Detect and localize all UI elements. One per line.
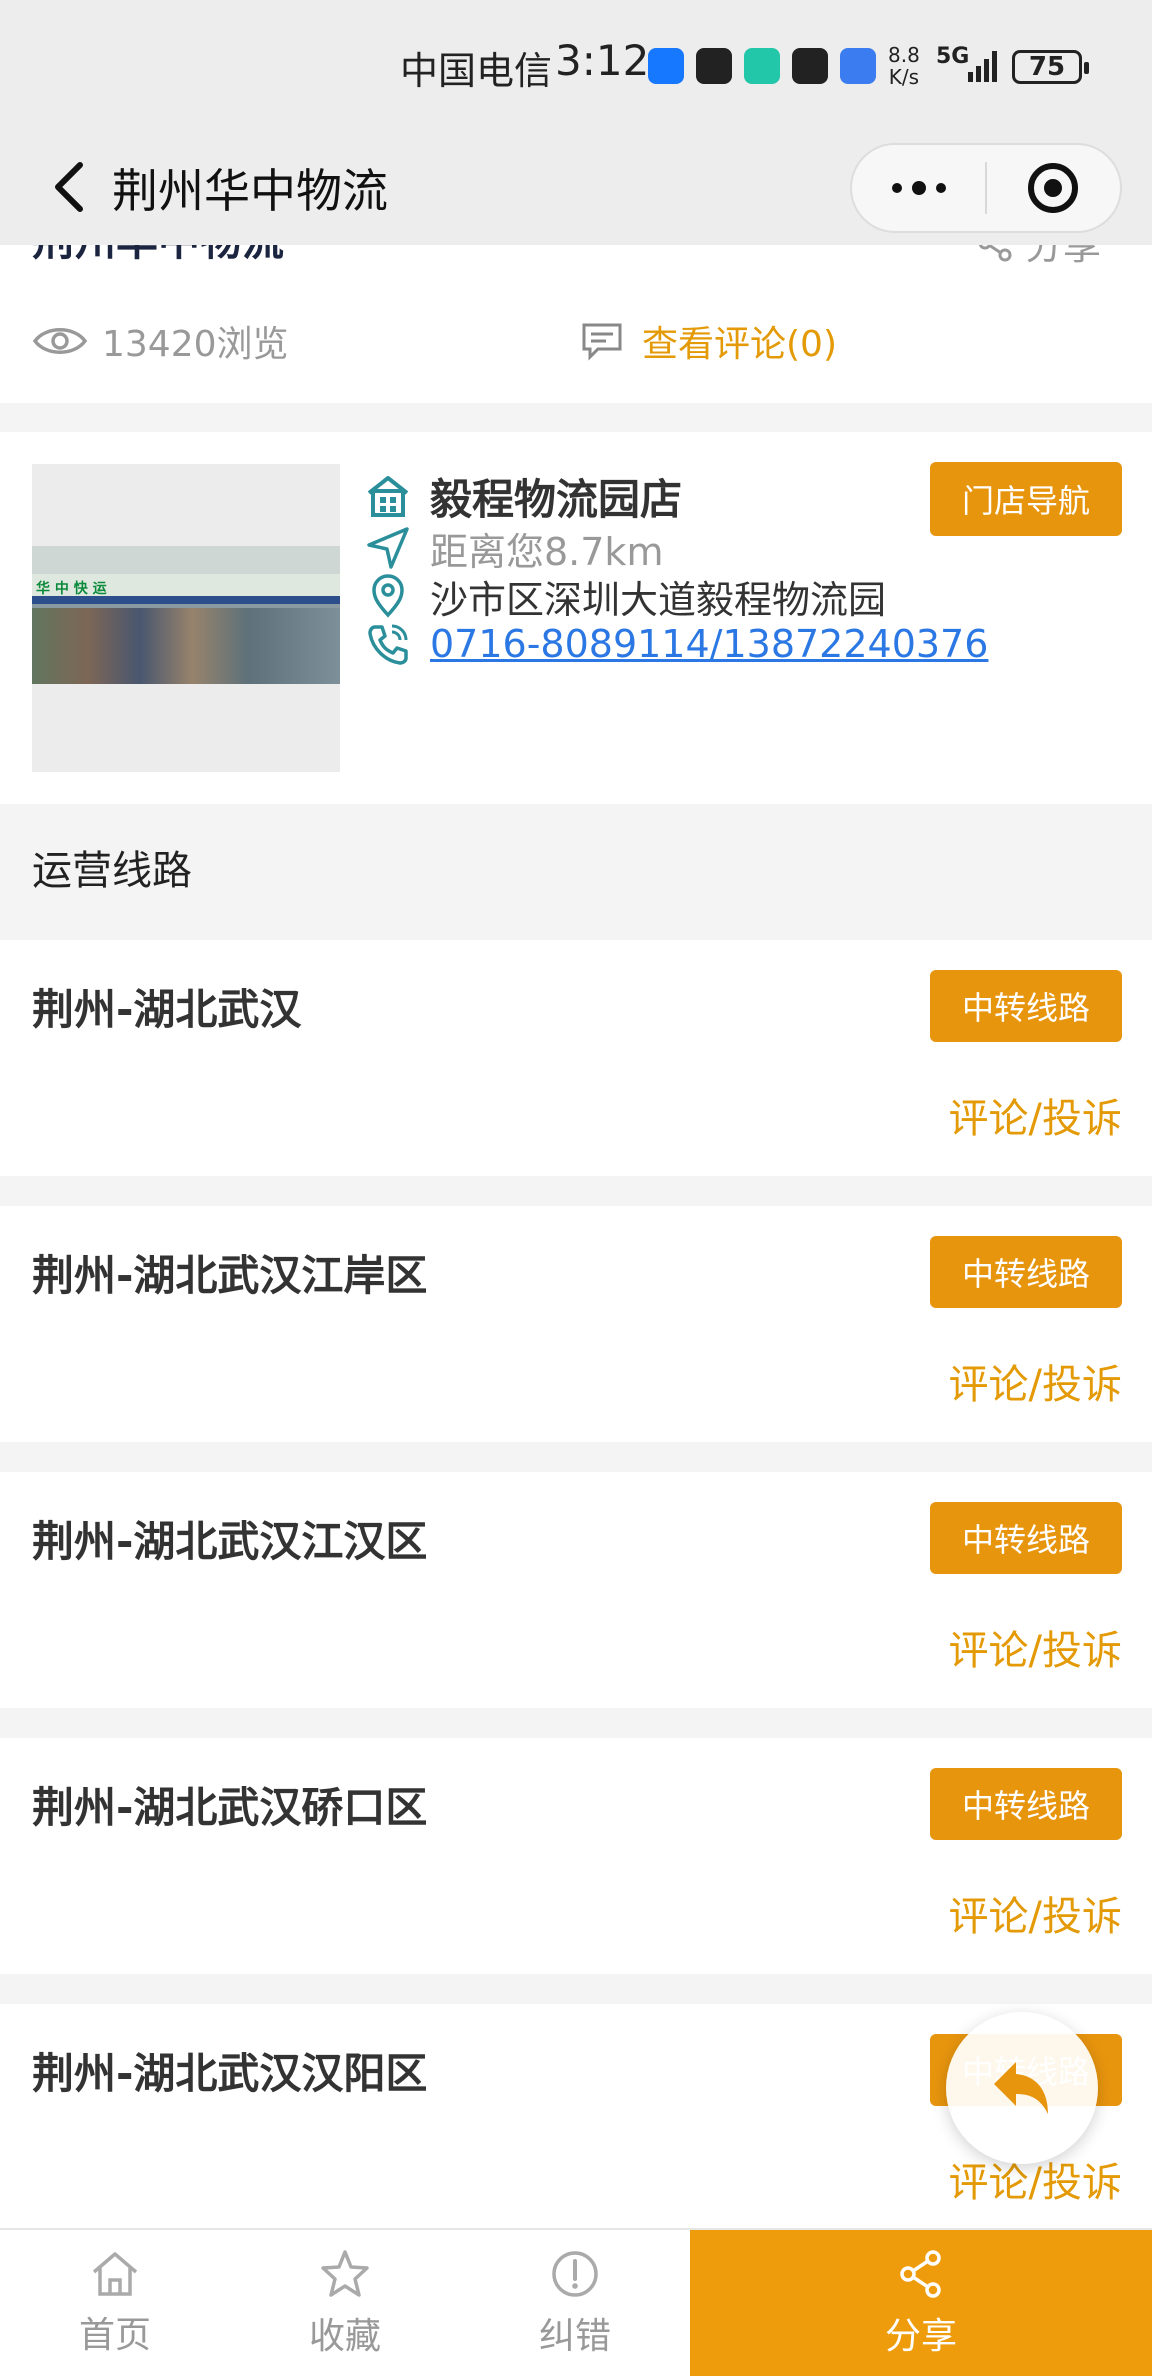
notification-icons — [648, 48, 876, 84]
store-name-row: 毅程物流园店 — [364, 472, 988, 524]
store-navigation-button[interactable]: 门店导航 — [930, 462, 1122, 536]
tab-home[interactable]: 首页 — [0, 2230, 230, 2376]
map-pin-icon — [364, 572, 412, 620]
route-card[interactable]: 荆州-湖北武汉江汉区 中转线路 评论/投诉 — [0, 1472, 1152, 1708]
page-title: 荆州华中物流 — [112, 164, 388, 218]
route-card[interactable]: 荆州-湖北武汉硚口区 中转线路 评论/投诉 — [0, 1738, 1152, 1974]
view-count: 13420浏览 — [32, 315, 289, 367]
comment-complaint-link[interactable]: 评论/投诉 — [949, 1352, 1122, 1410]
phone-icon — [364, 620, 412, 668]
comment-complaint-link[interactable]: 评论/投诉 — [949, 1086, 1122, 1144]
route-name: 荆州-湖北武汉 — [32, 985, 302, 1034]
home-icon — [92, 2252, 138, 2296]
route-name: 荆州-湖北武汉江汉区 — [32, 1517, 428, 1566]
address-text: 沙市区深圳大道毅程物流园 — [430, 577, 887, 622]
phone-link[interactable]: 0716-8089114/13872240376 — [430, 622, 988, 666]
more-button[interactable] — [852, 145, 985, 231]
eye-icon — [32, 328, 88, 354]
app-icon — [792, 48, 828, 84]
section-title-routes: 运营线路 — [32, 848, 192, 894]
comment-icon — [582, 323, 622, 361]
share-link[interactable]: 分享 — [975, 245, 1101, 270]
route-card[interactable]: 荆州-湖北武汉江岸区 中转线路 评论/投诉 — [0, 1206, 1152, 1442]
carrier-label: 中国电信 — [400, 49, 553, 93]
route-name: 荆州-湖北武汉汉阳区 — [32, 2049, 428, 2098]
back-button[interactable] — [40, 147, 100, 227]
route-type-badge[interactable]: 中转线路 — [930, 970, 1122, 1042]
shop-title: 荆州华中物流 — [32, 245, 284, 268]
shop-header-card: 荆州华中物流 分享 13420浏览 查看评论(0) — [0, 245, 1152, 403]
route-type-badge[interactable]: 中转线路 — [930, 1502, 1122, 1574]
route-name: 荆州-湖北武汉江岸区 — [32, 1251, 428, 1300]
alipay-icon — [648, 48, 684, 84]
route-type-badge[interactable]: 中转线路 — [930, 1768, 1122, 1840]
floating-return-button[interactable] — [946, 2012, 1098, 2164]
comment-complaint-link[interactable]: 评论/投诉 — [949, 1618, 1122, 1676]
chevron-left-icon — [55, 162, 83, 212]
tab-share[interactable]: 分享 — [690, 2230, 1152, 2376]
more-dots-icon — [891, 181, 946, 195]
status-bar: 中国电信 3:12 8.8 K/s 5G 75 — [0, 0, 1152, 135]
tab-favorite[interactable]: 收藏 — [230, 2230, 460, 2376]
route-type-badge[interactable]: 中转线路 — [930, 1236, 1122, 1308]
app-icon — [840, 48, 876, 84]
network-speed: 8.8 K/s — [888, 43, 920, 89]
shield-app-icon — [744, 48, 780, 84]
exclamation-circle-icon — [552, 2251, 598, 2297]
store-name: 毅程物流园店 — [430, 474, 683, 524]
star-icon — [321, 2250, 369, 2297]
mini-program-capsule — [850, 143, 1122, 233]
tab-report-error[interactable]: 纠错 — [460, 2230, 690, 2376]
location-arrow-icon — [364, 524, 412, 572]
close-mini-program-button[interactable] — [987, 145, 1120, 231]
share-label: 分享 — [1025, 245, 1102, 268]
photo-signboard: 华 中 快 运 — [36, 581, 107, 597]
navigation-bar: 荆州华中物流 — [0, 135, 1152, 245]
store-icon — [364, 472, 412, 520]
address-row: 沙市区深圳大道毅程物流园 — [364, 572, 988, 622]
return-arrow-icon — [994, 2062, 1048, 2114]
bottom-tab-bar: 首页 收藏 纠错 分享 — [0, 2228, 1152, 2376]
share-icon — [979, 245, 1012, 261]
battery-icon: 75 — [1012, 50, 1089, 84]
store-card: 华 中 快 运 毅程物流园店 距离您8.7km 沙市区深圳大道毅程物流园 071… — [0, 432, 1152, 804]
app-icon — [696, 48, 732, 84]
distance-text: 距离您8.7km — [430, 529, 664, 574]
target-close-icon — [1028, 163, 1079, 213]
clock: 3:12 — [555, 36, 650, 85]
view-comments-link[interactable]: 查看评论(0) — [580, 315, 837, 367]
distance-row: 距离您8.7km — [364, 524, 988, 574]
signal-icon — [968, 51, 997, 82]
phone-row: 0716-8089114/13872240376 — [364, 620, 988, 668]
route-card[interactable]: 荆州-湖北武汉 中转线路 评论/投诉 — [0, 940, 1152, 1176]
comment-complaint-link[interactable]: 评论/投诉 — [949, 1884, 1122, 1942]
network-type: 5G — [936, 44, 970, 69]
share-icon — [900, 2250, 941, 2298]
store-info: 毅程物流园店 距离您8.7km 沙市区深圳大道毅程物流园 0716-808911… — [364, 472, 988, 668]
route-name: 荆州-湖北武汉硚口区 — [32, 1783, 428, 1832]
store-photo-image: 华 中 快 运 — [32, 546, 340, 684]
store-photo[interactable]: 华 中 快 运 — [32, 464, 340, 772]
